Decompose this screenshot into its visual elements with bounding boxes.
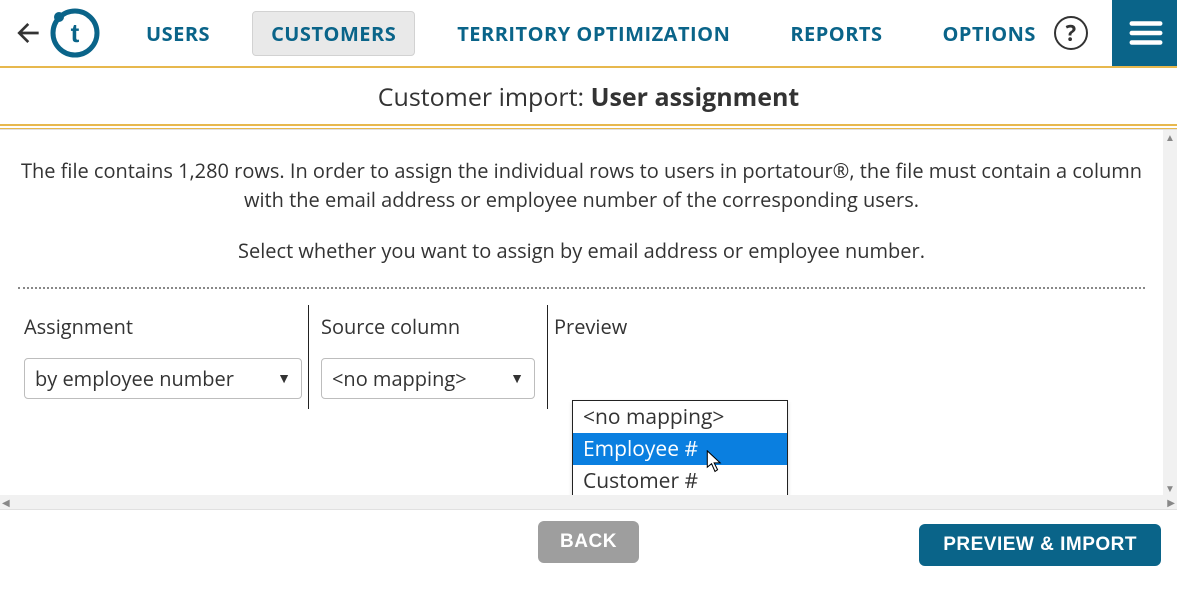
back-step-button[interactable]: BACK [538,521,639,563]
top-bar: t USERS CUSTOMERS TERRITORY OPTIMIZATION… [0,0,1177,66]
preview-import-button[interactable]: PREVIEW & IMPORT [919,524,1161,566]
tab-customers[interactable]: CUSTOMERS [252,11,415,56]
help-icon: ? [1066,18,1077,48]
chevron-down-icon: ▼ [277,372,291,386]
assignment-select[interactable]: by employee number ▼ [24,358,302,399]
assignment-cell: by employee number ▼ [18,348,308,409]
col-header-source: Source column [308,305,548,348]
divider-dotted [18,287,1145,289]
tab-reports[interactable]: REPORTS [772,12,900,55]
horizontal-scrollbar[interactable]: ◀ ▶ [0,495,1177,509]
page-title: Customer import: User assignment [0,68,1177,124]
tab-territory[interactable]: TERRITORY OPTIMIZATION [439,12,748,55]
menu-button[interactable] [1112,0,1177,66]
source-option-nomapping[interactable]: <no mapping> [573,401,787,433]
back-button[interactable] [12,9,44,57]
nav-tabs: USERS CUSTOMERS TERRITORY OPTIMIZATION R… [128,11,1054,56]
mapping-table: Assignment Source column Preview by empl… [18,305,1145,409]
assignment-select-value: by employee number [35,365,234,392]
help-button[interactable]: ? [1054,16,1088,50]
chevron-down-icon: ▼ [510,372,524,386]
divider [0,124,1177,126]
source-dropdown: <no mapping> Employee # Customer # Name … [572,400,788,495]
arrow-left-icon [12,17,44,49]
scroll-left-icon[interactable]: ◀ [2,495,10,509]
scroll-right-icon[interactable]: ▶ [1167,495,1175,509]
content-area: The file contains 1,280 rows. In order t… [0,129,1177,495]
page-title-prefix: Customer import: [378,80,591,114]
app-logo: t [50,8,100,58]
page-title-main: User assignment [591,80,800,114]
intro-text-2: Select whether you want to assign by ema… [18,236,1145,265]
footer-bar: BACK PREVIEW & IMPORT [0,509,1177,573]
source-cell: <no mapping> ▼ [308,348,548,409]
vertical-scrollbar[interactable]: ▲ ▼ [1163,130,1177,495]
intro-text-1: The file contains 1,280 rows. In order t… [18,156,1145,214]
source-select[interactable]: <no mapping> ▼ [321,358,535,399]
scroll-up-icon[interactable]: ▲ [1163,130,1177,144]
content-scroll: The file contains 1,280 rows. In order t… [0,130,1163,495]
tab-users[interactable]: USERS [128,12,228,55]
logo-icon: t [50,8,100,58]
source-select-value: <no mapping> [332,365,467,392]
tab-options[interactable]: OPTIONS [925,12,1054,55]
svg-text:t: t [71,18,80,48]
scroll-down-icon[interactable]: ▼ [1163,481,1177,495]
hamburger-icon [1127,14,1165,52]
col-header-assignment: Assignment [18,305,308,348]
col-header-preview: Preview [548,305,718,348]
source-option-employee[interactable]: Employee # [573,433,787,465]
source-option-customer[interactable]: Customer # [573,465,787,495]
